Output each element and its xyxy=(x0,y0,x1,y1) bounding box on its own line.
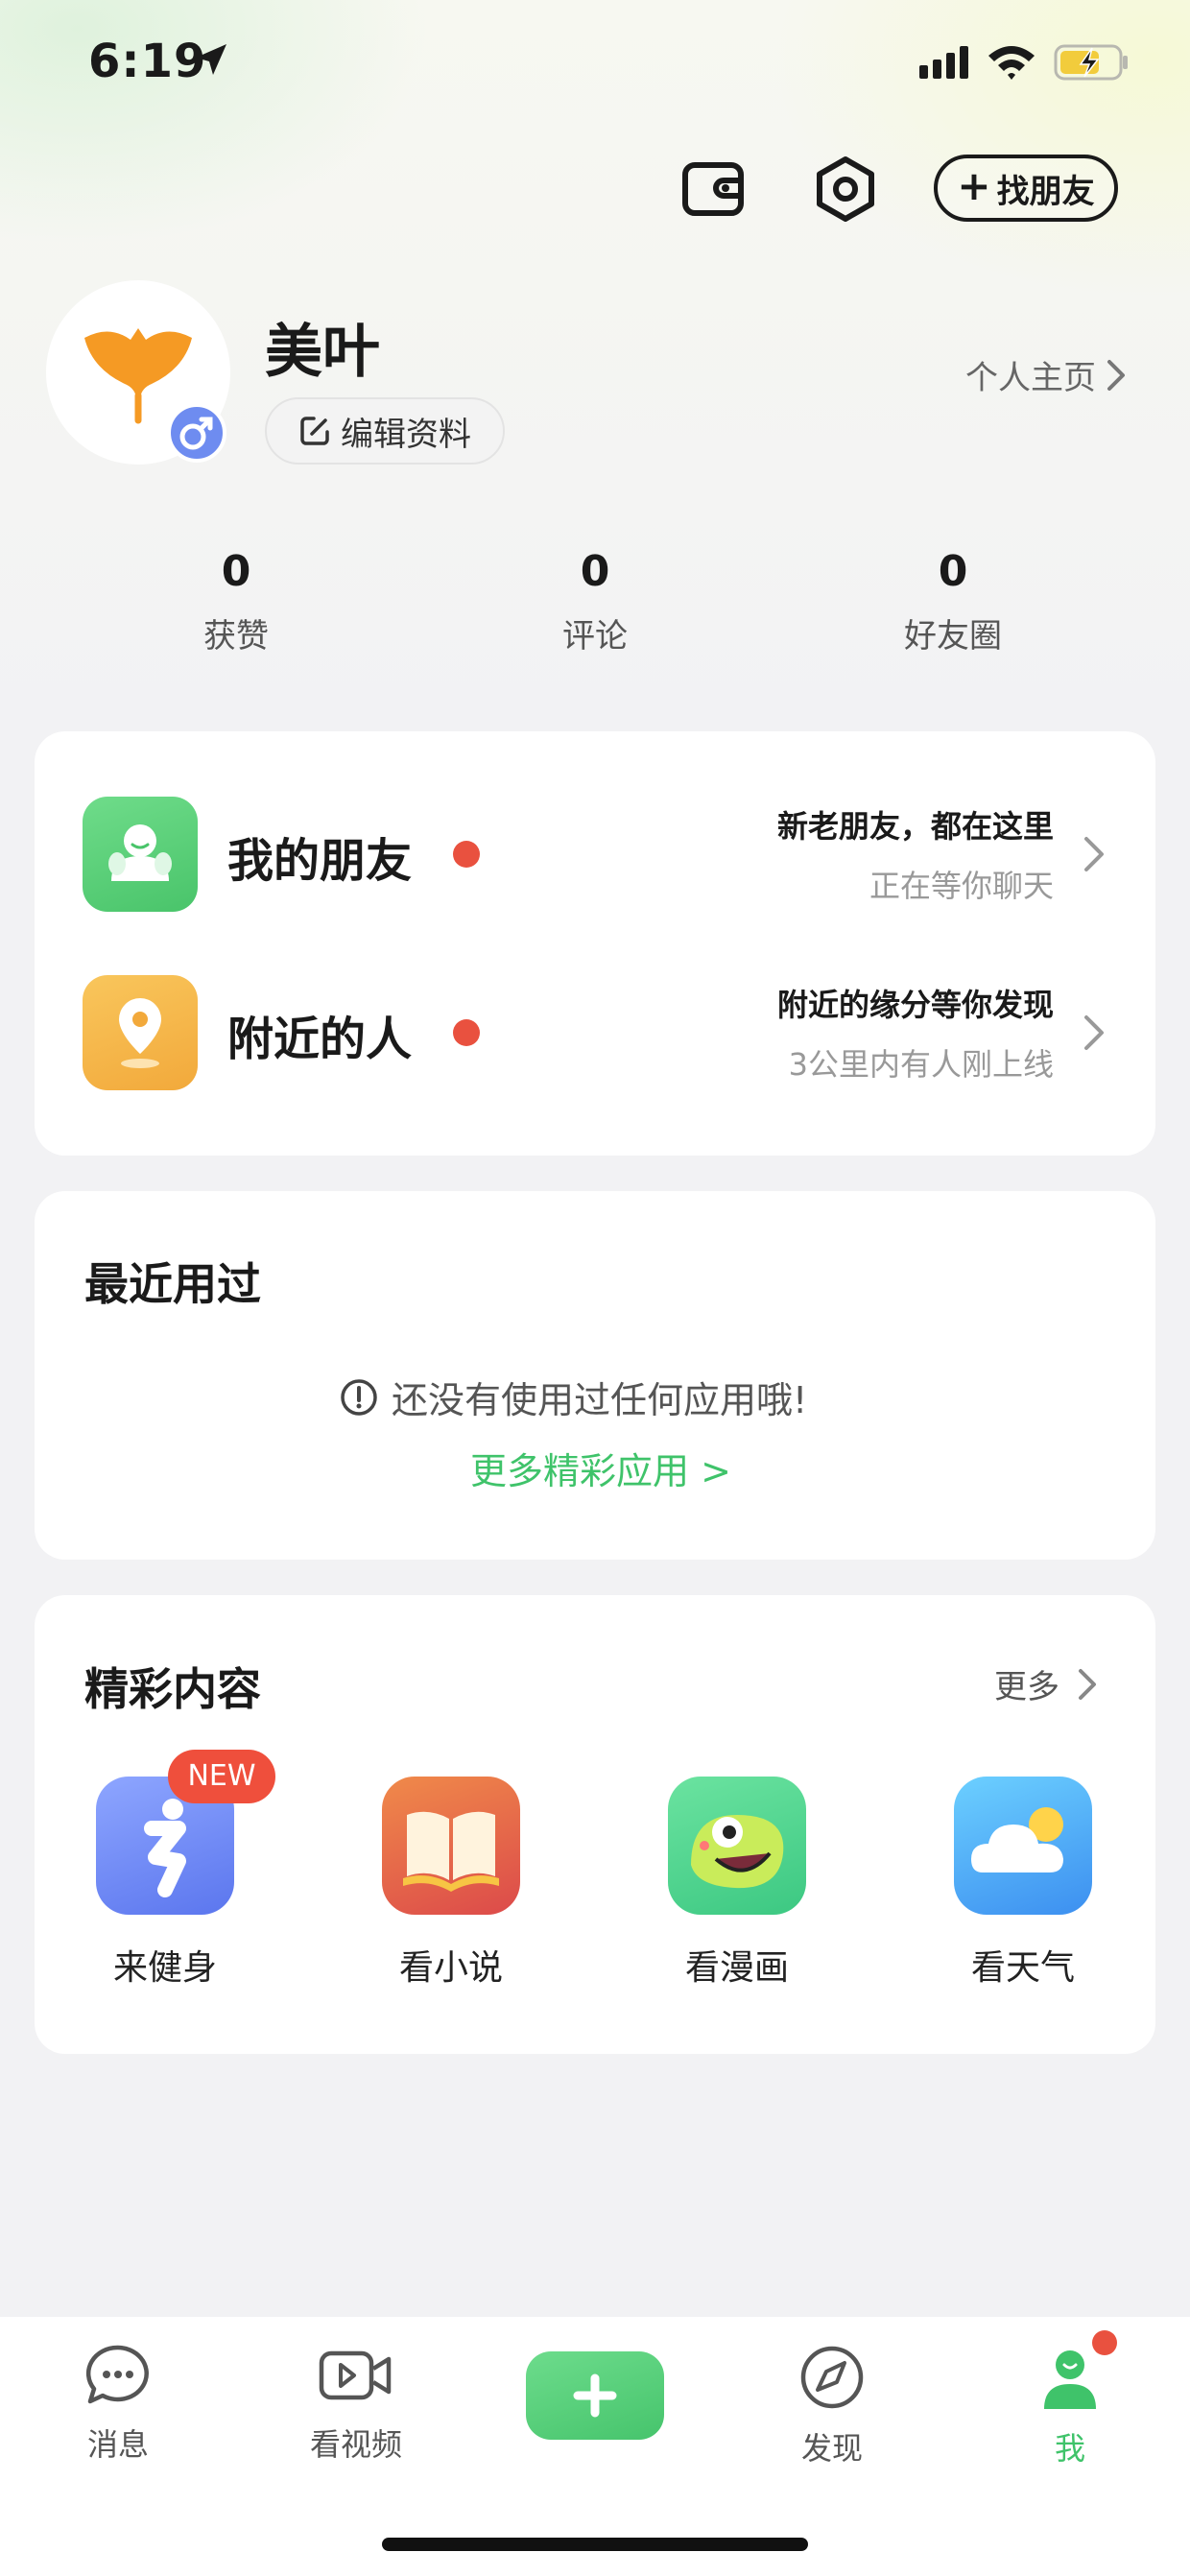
app-label: 看漫画 xyxy=(684,1948,789,1988)
plus-icon: + xyxy=(957,162,991,209)
chevron-right-icon xyxy=(1079,1668,1096,1700)
my-friends-sub-text: 正在等你聊天 xyxy=(869,868,1054,904)
comic-icon xyxy=(668,1777,806,1915)
more-apps-link[interactable]: 更多精彩应用 > xyxy=(470,1442,731,1494)
video-icon xyxy=(319,2350,392,2400)
tab-label: 发现 xyxy=(800,2430,863,2467)
unread-dot xyxy=(453,841,480,868)
find-friends-label: 找朋友 xyxy=(996,172,1095,211)
book-icon xyxy=(382,1777,520,1915)
stat-value: 0 xyxy=(580,547,610,596)
edit-icon xyxy=(300,417,329,445)
chat-icon xyxy=(85,2345,149,2404)
my-friends-row[interactable] xyxy=(35,768,1155,941)
info-icon xyxy=(341,1378,377,1416)
homepage-link[interactable]: 个人主页 xyxy=(965,351,1127,398)
app-label: 看小说 xyxy=(398,1948,503,1988)
edit-profile-button[interactable]: 编辑资料 xyxy=(265,397,505,465)
username: 美叶 xyxy=(265,319,380,386)
nearby-sub-text: 3公里内有人刚上线 xyxy=(788,1046,1054,1083)
tab-create-button[interactable] xyxy=(526,2351,664,2440)
stat-label: 好友圈 xyxy=(904,617,1002,656)
app-comic[interactable]: 看漫画 xyxy=(641,1777,833,1990)
battery-charging-icon xyxy=(1054,44,1128,81)
stat-value: 0 xyxy=(221,547,251,596)
homepage-label: 个人主页 xyxy=(965,359,1096,397)
chevron-right-icon xyxy=(1084,837,1104,871)
featured-section-title: 精彩内容 xyxy=(84,1663,261,1715)
featured-more-link[interactable]: 更多 xyxy=(994,1660,1098,1707)
location-arrow-icon xyxy=(196,44,226,75)
stat-comments[interactable]: 0 评论 xyxy=(480,547,710,656)
chevron-right-icon xyxy=(1107,359,1125,391)
settings-icon[interactable] xyxy=(812,155,879,223)
notification-dot xyxy=(1092,2330,1117,2355)
app-weather[interactable]: 看天气 xyxy=(927,1777,1119,1990)
my-friends-main-text: 新老朋友，都在这里 xyxy=(776,808,1054,845)
wifi-icon xyxy=(988,46,1035,80)
featured-more-label: 更多 xyxy=(994,1668,1059,1706)
wallet-icon[interactable] xyxy=(679,155,747,223)
nearby-main-text: 附近的缘分等你发现 xyxy=(776,987,1054,1023)
recent-section-title: 最近用过 xyxy=(84,1258,261,1310)
profile-icon xyxy=(1044,2350,1096,2409)
home-indicator xyxy=(382,2538,808,2551)
plus-icon xyxy=(573,2373,617,2418)
stat-likes[interactable]: 0 获赞 xyxy=(121,547,351,656)
location-pin-icon xyxy=(83,975,198,1090)
app-fitness[interactable]: 来健身 xyxy=(69,1777,261,1990)
tab-label: 看视频 xyxy=(309,2426,402,2463)
tab-discover[interactable]: 发现 xyxy=(746,2344,918,2469)
tab-label: 消息 xyxy=(86,2426,149,2463)
app-label: 看天气 xyxy=(970,1948,1075,1988)
stat-label: 评论 xyxy=(562,617,628,656)
tab-messages[interactable]: 消息 xyxy=(32,2344,204,2465)
stat-value: 0 xyxy=(938,547,968,596)
stat-friend-circle[interactable]: 0 好友圈 xyxy=(838,547,1068,656)
edit-profile-label: 编辑资料 xyxy=(341,415,471,454)
app-label: 来健身 xyxy=(112,1948,217,1988)
tab-videos[interactable]: 看视频 xyxy=(270,2344,442,2465)
unread-dot xyxy=(453,1019,480,1046)
chevron-right-icon xyxy=(1084,1015,1104,1050)
friends-icon xyxy=(83,797,198,912)
male-gender-icon xyxy=(167,403,226,463)
weather-icon xyxy=(954,1777,1092,1915)
nearby-people-title: 附近的人 xyxy=(227,1013,413,1066)
new-badge: NEW xyxy=(168,1750,275,1803)
app-novel[interactable]: 看小说 xyxy=(355,1777,547,1990)
recent-empty-message: 还没有使用过任何应用哦! xyxy=(340,1371,807,1423)
recent-empty-text: 还没有使用过任何应用哦! xyxy=(392,1379,808,1421)
find-friends-button[interactable]: + 找朋友 xyxy=(934,155,1118,222)
tab-label: 我 xyxy=(1054,2430,1085,2467)
status-time: 6:19 xyxy=(88,35,207,88)
my-friends-title: 我的朋友 xyxy=(227,834,413,888)
tab-me[interactable]: 我 xyxy=(984,2344,1156,2469)
compass-icon xyxy=(800,2346,864,2409)
stat-label: 获赞 xyxy=(203,617,269,656)
cellular-signal-icon xyxy=(919,46,968,79)
nearby-people-row[interactable] xyxy=(35,946,1155,1119)
